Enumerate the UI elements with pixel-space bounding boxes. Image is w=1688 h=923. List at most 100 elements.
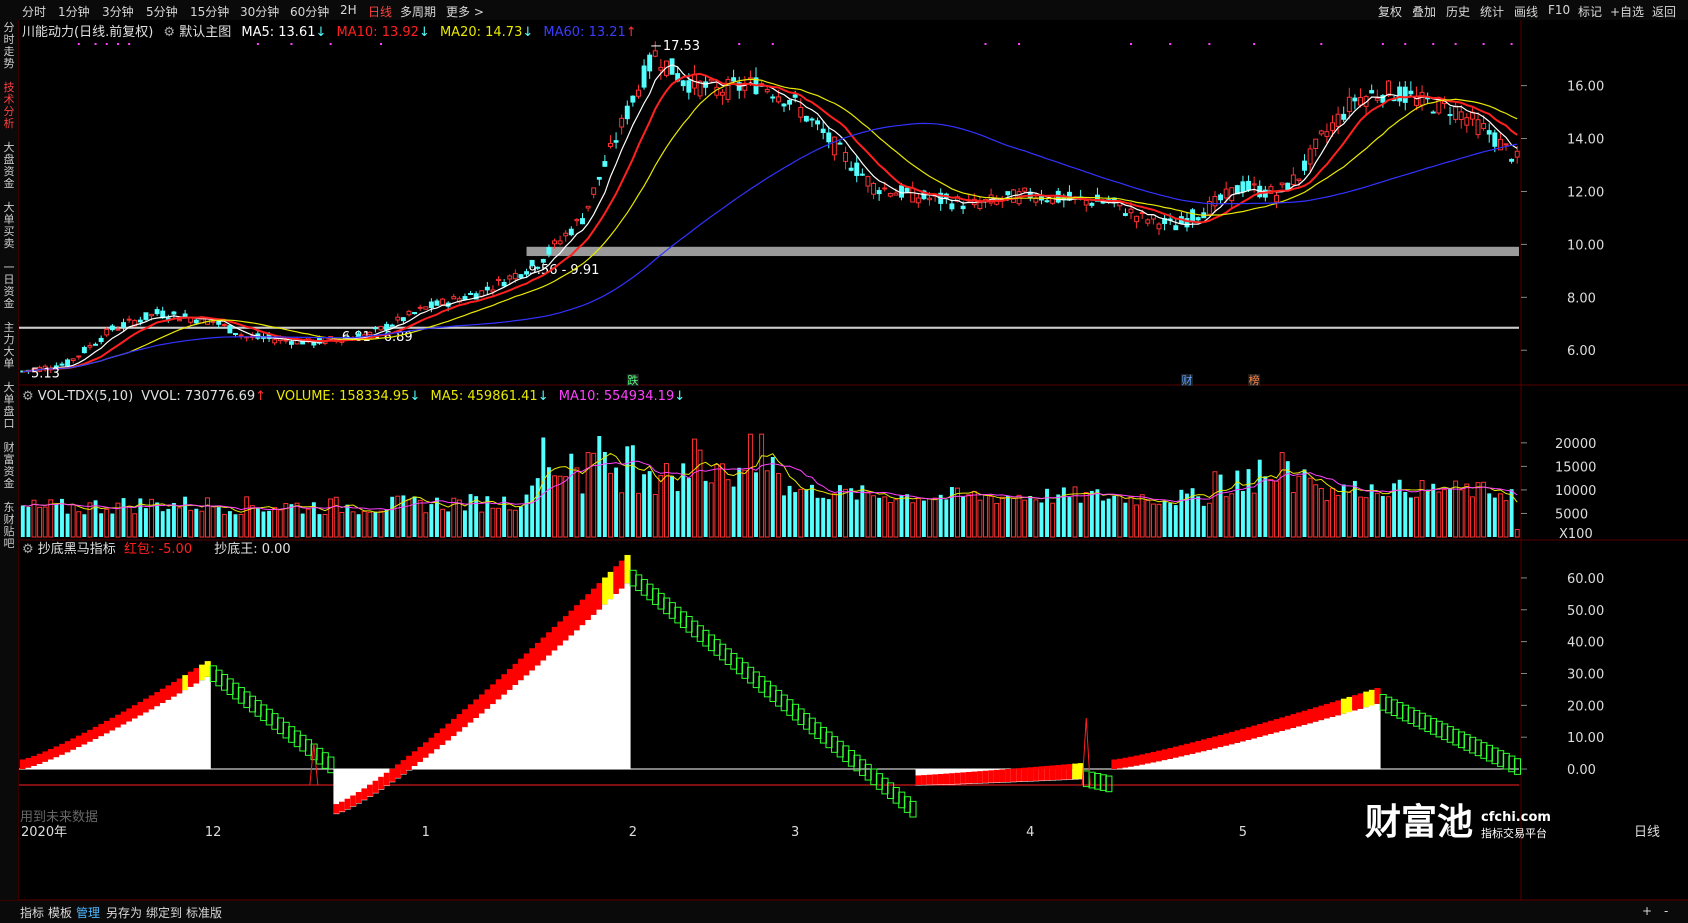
- period-label: 日线: [1634, 825, 1660, 840]
- volume-bar: [1150, 503, 1156, 538]
- volume-bar: [463, 510, 467, 537]
- candle: [854, 162, 860, 176]
- tab-15min[interactable]: 15分钟: [190, 3, 229, 20]
- indicator-name[interactable]: 抄底黑马指标: [38, 542, 116, 557]
- tab-daily[interactable]: 日线: [368, 3, 392, 20]
- candle: [1246, 180, 1252, 191]
- history-button[interactable]: 历史: [1446, 3, 1470, 20]
- f10-button[interactable]: F10: [1548, 3, 1570, 17]
- volume-bar: [1139, 494, 1145, 538]
- tab-2h[interactable]: 2H: [340, 3, 357, 17]
- volume-bar: [1290, 492, 1296, 538]
- volume-bar: [1341, 484, 1346, 537]
- volume-bar: [988, 495, 994, 538]
- draw-line-button[interactable]: 画线: [1514, 3, 1538, 20]
- sidebar-item-market-fund[interactable]: 大盘资金: [1, 142, 17, 190]
- candle: [1240, 181, 1246, 192]
- indicator-red-band: [613, 566, 620, 594]
- tab-5min[interactable]: 5分钟: [146, 3, 178, 20]
- indicator-red-band: [618, 560, 625, 589]
- tab-30min[interactable]: 30分钟: [240, 3, 279, 20]
- gear-icon[interactable]: ⚙: [163, 25, 175, 40]
- gear-icon[interactable]: ⚙: [22, 389, 34, 404]
- volume-bar: [871, 495, 877, 538]
- sidebar-item-big-orders[interactable]: 大单买卖: [1, 202, 17, 250]
- indicator-area: [148, 709, 155, 770]
- high-annotation: 17.53: [663, 39, 700, 54]
- sidebar-item-order-book[interactable]: 大单盘口: [1, 382, 17, 430]
- zoom-in-button[interactable]: +: [1642, 904, 1652, 918]
- indicator-tick-label: 20.00: [1567, 699, 1604, 714]
- candle: [70, 358, 76, 361]
- bind-to-button[interactable]: 绑定到: [146, 904, 182, 921]
- volume-bar: [826, 499, 831, 537]
- candle: [1475, 119, 1481, 136]
- tab-multi-period[interactable]: 多周期: [400, 3, 436, 20]
- candle: [580, 218, 585, 225]
- stock-title[interactable]: 川能动力(日线.前复权): [22, 25, 153, 40]
- volume-bar: [977, 499, 983, 538]
- candle: [378, 325, 384, 331]
- price-tick-label: 12.00: [1567, 185, 1604, 200]
- volume-indicator-name[interactable]: VOL-TDX(5,10): [38, 389, 133, 404]
- indicator-red-band: [999, 769, 1006, 783]
- sidebar-item-daily-fund[interactable]: 一日资金: [1, 262, 17, 310]
- ma10-value: MA10: 13.92: [336, 25, 419, 40]
- candle: [188, 317, 194, 323]
- indicator-area: [590, 614, 597, 770]
- indicator-area: [562, 640, 570, 770]
- indicator-red-band: [971, 771, 978, 784]
- sidebar-item-intraday[interactable]: 分时走势: [1, 22, 17, 70]
- volume-bar: [1011, 497, 1016, 538]
- statistics-button[interactable]: 统计: [1480, 3, 1504, 20]
- sidebar-item-wealth-fund[interactable]: 财富资金: [1, 442, 17, 490]
- candle: [619, 117, 625, 128]
- tab-minute[interactable]: 分时: [22, 3, 46, 20]
- volume-bar: [1083, 492, 1089, 538]
- signal-dot: [77, 43, 80, 45]
- indicator-red-band: [1268, 720, 1275, 735]
- save-as-button[interactable]: 另存为: [106, 904, 142, 921]
- adjust-button[interactable]: 复权: [1378, 3, 1402, 20]
- gear-icon[interactable]: ⚙: [22, 542, 34, 557]
- zoom-out-button[interactable]: -: [1664, 904, 1668, 918]
- volume-bar: [1330, 487, 1335, 538]
- sidebar-item-main-force[interactable]: 主力大单: [1, 322, 17, 370]
- volume-bar: [479, 511, 485, 538]
- template-label[interactable]: 默认主图: [179, 25, 231, 40]
- indicator-button[interactable]: 指标: [20, 904, 44, 921]
- overlay-button[interactable]: 叠加: [1412, 3, 1436, 20]
- volume-bar: [754, 472, 758, 537]
- candle: [535, 266, 541, 269]
- mark-button[interactable]: 标记: [1578, 3, 1602, 20]
- indicator-red-band: [551, 626, 558, 651]
- back-button[interactable]: 返回: [1652, 3, 1676, 20]
- sidebar-item-forum[interactable]: 东财贴吧: [1, 502, 17, 550]
- add-favorite-button[interactable]: +自选: [1610, 3, 1644, 20]
- candle: [1481, 123, 1487, 129]
- tab-more[interactable]: 更多 >: [446, 3, 484, 20]
- candle: [1005, 191, 1011, 196]
- template-button[interactable]: 模板: [48, 904, 72, 921]
- stock-charts[interactable]: 9.56 - 9.916.81 - 6.8917.535.13 跌财榜 16.00…: [19, 20, 1688, 900]
- manage-button[interactable]: 管理: [76, 904, 100, 921]
- indicator-area: [75, 747, 83, 770]
- volume-bar: [614, 467, 619, 537]
- candle: [1145, 219, 1151, 224]
- candle: [557, 240, 563, 245]
- candle: [893, 192, 899, 196]
- indicator-red-band: [344, 798, 351, 810]
- indicator-red-band: [1139, 754, 1146, 765]
- candle: [1514, 150, 1520, 158]
- tab-60min[interactable]: 60分钟: [290, 3, 329, 20]
- indicator-area: [1296, 726, 1303, 770]
- indicator-red-band: [171, 681, 178, 697]
- standard-edition-button[interactable]: 标准版: [186, 904, 222, 921]
- sidebar-item-technical[interactable]: 技术分析: [1, 82, 17, 130]
- tab-3min[interactable]: 3分钟: [102, 3, 134, 20]
- volume-bar: [384, 509, 389, 537]
- tab-1min[interactable]: 1分钟: [58, 3, 90, 20]
- volume-bar: [815, 497, 820, 537]
- candle: [451, 296, 457, 300]
- candle: [815, 120, 821, 125]
